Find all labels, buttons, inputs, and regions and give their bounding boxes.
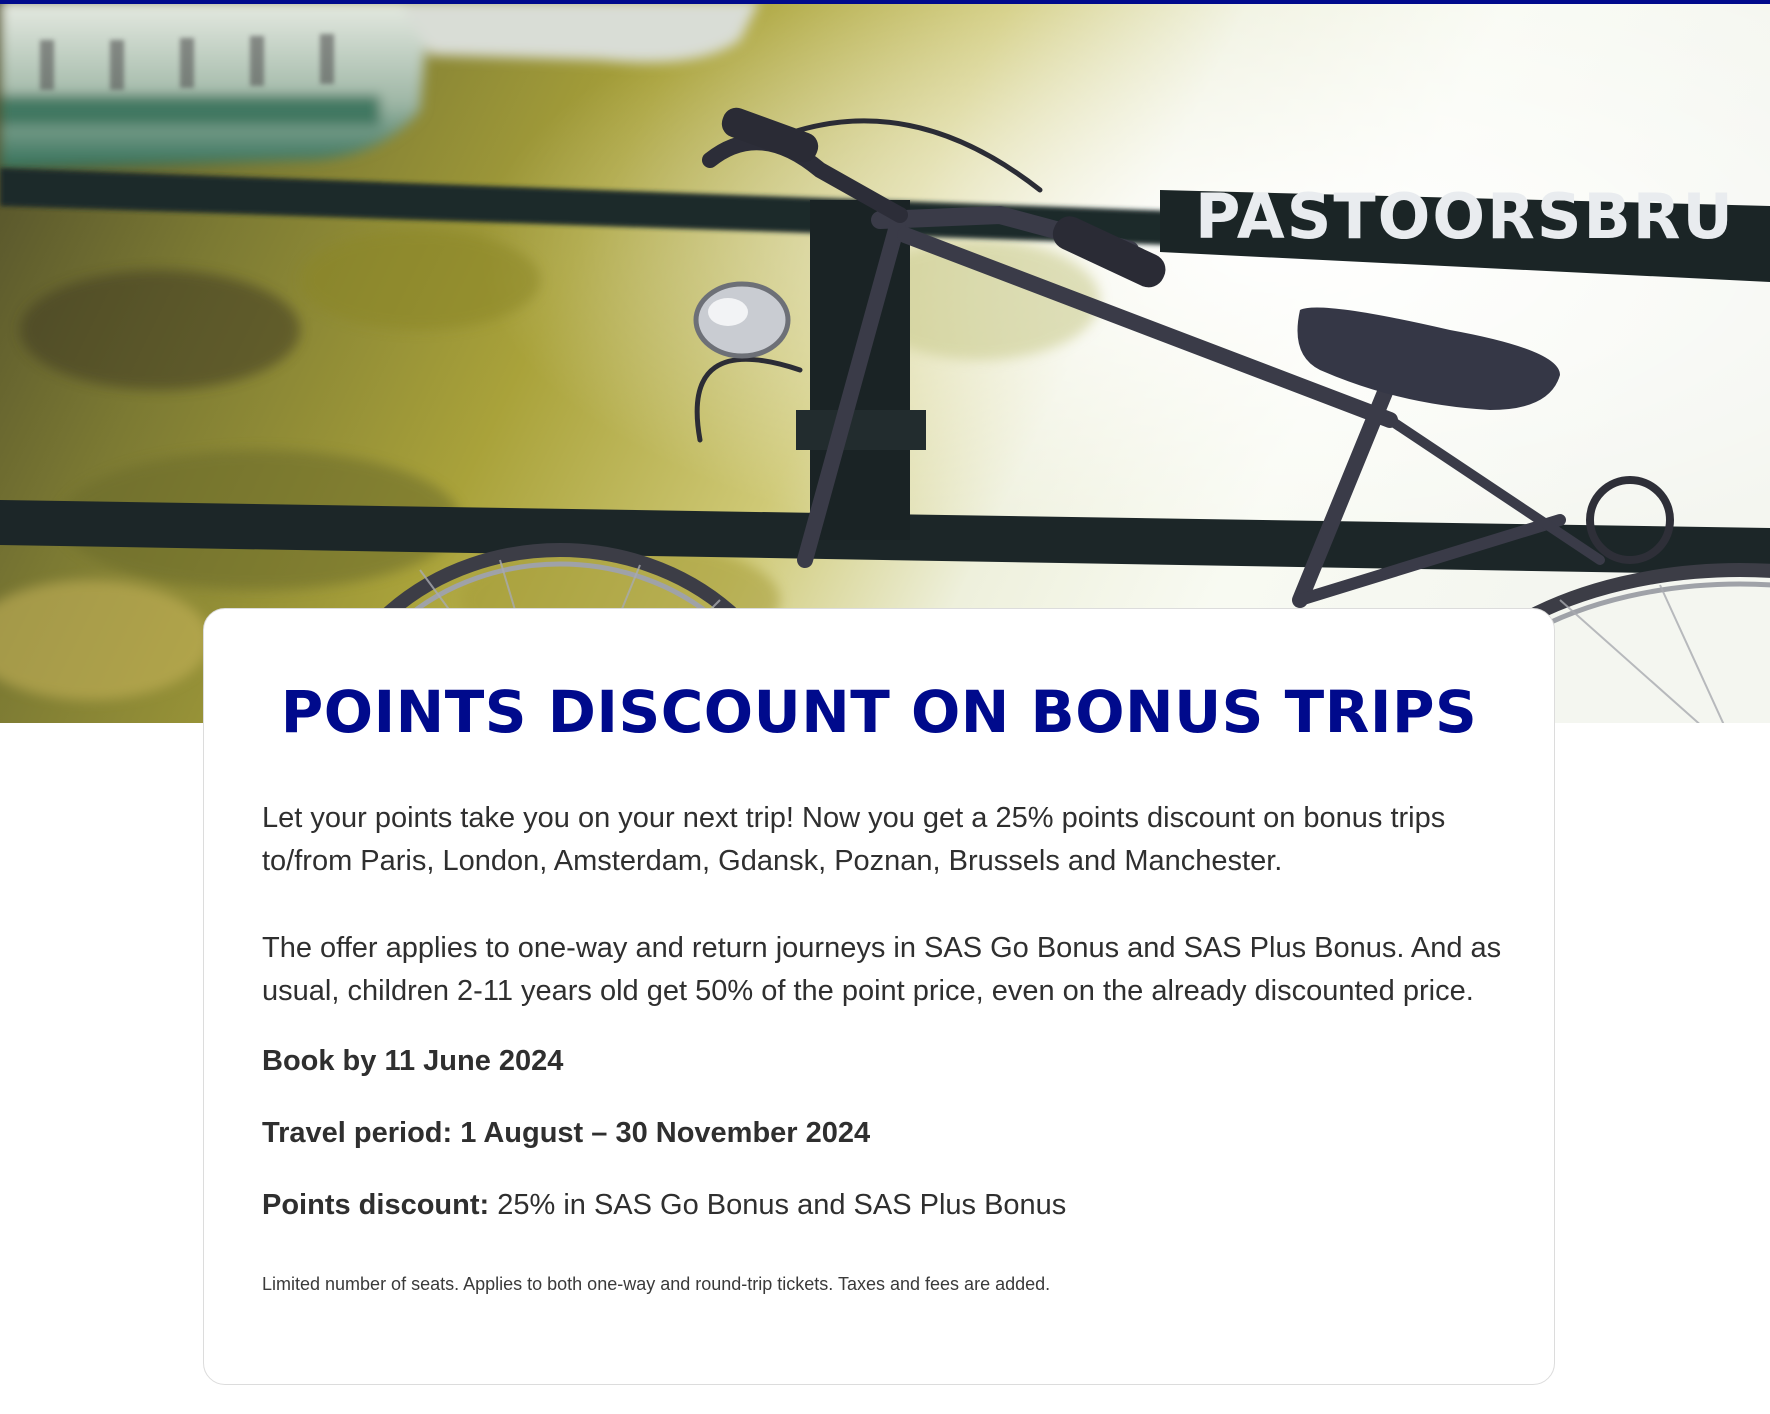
points-discount-value: 25% in SAS Go Bonus and SAS Plus Bonus xyxy=(489,1189,1067,1221)
offer-card: POINTS DISCOUNT ON BONUS TRIPS Let your … xyxy=(203,608,1555,1385)
offer-intro-text: Let your points take you on your next tr… xyxy=(262,802,1446,877)
book-by-date: Book by 11 June 2024 xyxy=(262,1045,564,1077)
top-accent-bar xyxy=(0,0,1770,4)
page: PASTOORSBRU POINTS DISCOUNT ON BONUS TRI… xyxy=(0,0,1770,1414)
points-discount-label: Points discount: xyxy=(262,1189,490,1221)
bridge-sign-text: PASTOORSBRU xyxy=(1195,180,1735,253)
offer-title: POINTS DISCOUNT ON BONUS TRIPS xyxy=(280,678,1478,746)
travel-period: Travel period: 1 August – 30 November 20… xyxy=(262,1117,871,1149)
points-discount-line: Points discount: 25% in SAS Go Bonus and… xyxy=(262,1184,1512,1227)
fine-print: Limited number of seats. Applies to both… xyxy=(262,1274,1051,1294)
offer-details-text: The offer applies to one-way and return … xyxy=(262,932,1502,1007)
